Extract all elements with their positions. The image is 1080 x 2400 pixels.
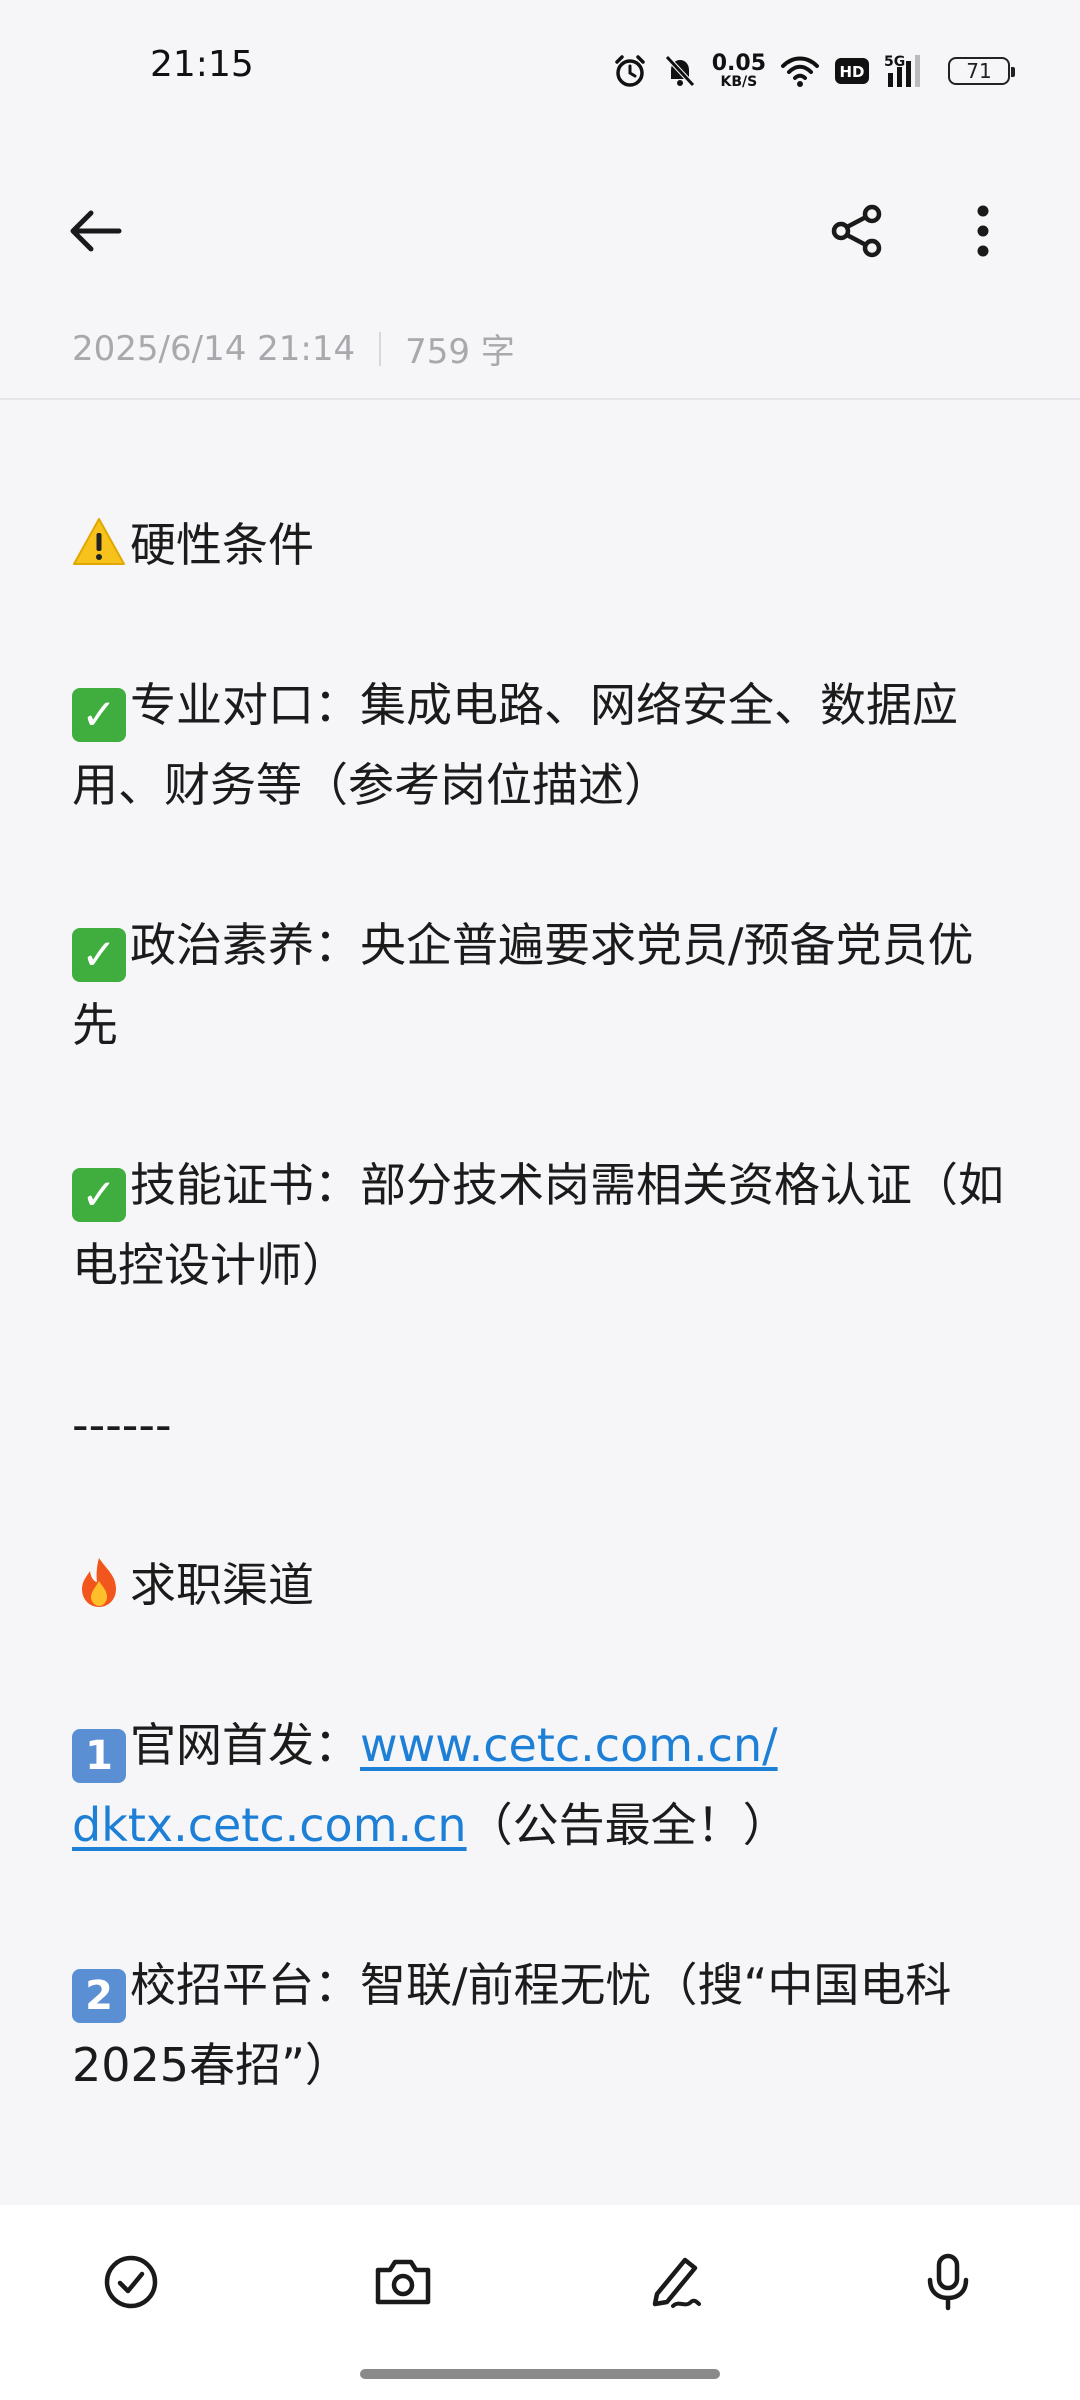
more-vert-icon — [977, 205, 989, 257]
item-certificate-text: 技能证书：部分技术岗需相关资格认证（如电控设计师） — [72, 1158, 1004, 1292]
net-speed-unit: KB/S — [720, 74, 758, 90]
note-item-political: ✓ 政治素养：央企普遍要求党员/预备党员优先 — [72, 905, 1012, 1065]
item-political-text: 政治素养：央企普遍要求党员/预备党员优先 — [72, 918, 974, 1052]
heading-channels-text: 求职渠道 — [130, 1558, 314, 1612]
channel-official-prefix: 官网首发： — [130, 1718, 360, 1772]
camera-icon — [375, 2259, 431, 2305]
share-button[interactable] — [824, 198, 890, 264]
keycap-one-icon: 1 — [72, 1729, 126, 1783]
link-dktx[interactable]: dktx.cetc.com.cn — [72, 1798, 467, 1852]
meta-separator — [379, 331, 382, 366]
handwriting-icon — [652, 2257, 701, 2308]
microphone-icon — [927, 2253, 969, 2311]
home-indicator[interactable] — [360, 2369, 720, 2379]
note-item-major: ✓ 专业对口：集成电路、网络安全、数据应用、财务等（参考岗位描述） — [72, 665, 1012, 825]
battery-level: 71 — [966, 59, 992, 83]
note-divider-text: ------ — [72, 1398, 172, 1452]
share-icon — [831, 204, 882, 258]
net-speed-value: 0.05 — [711, 51, 766, 76]
status-time: 21:15 — [150, 44, 254, 85]
note-word-count: 759 字 — [405, 332, 515, 372]
network-label: 5G — [884, 54, 905, 70]
note-channel-official: 1 官网首发：www.cetc.com.cn/dktx.cetc.com.cn（公… — [72, 1705, 1012, 1865]
checklist-icon — [104, 2255, 158, 2309]
heading-requirements-text: 硬性条件 — [130, 518, 314, 572]
handwriting-button[interactable] — [640, 2247, 710, 2317]
note-datetime: 2025/6/14 21:14 — [72, 328, 356, 369]
check-icon: ✓ — [72, 928, 126, 982]
voice-button[interactable] — [913, 2247, 983, 2317]
meta-divider — [0, 398, 1080, 400]
alarm-icon — [612, 53, 648, 89]
keycap-two-icon: 2 — [72, 1969, 126, 2023]
channel-official-suffix: （公告最全！） — [466, 1798, 789, 1852]
net-speed: 0.05 KB/S — [711, 51, 766, 90]
item-major-text: 专业对口：集成电路、网络安全、数据应用、财务等（参考岗位描述） — [72, 678, 958, 812]
status-icons: 0.05 KB/S HD 5G 71 — [612, 48, 1015, 94]
camera-button[interactable] — [368, 2247, 438, 2317]
check-icon: ✓ — [72, 688, 126, 742]
signal-icon: 5G — [884, 53, 934, 89]
note-item-certificate: ✓ 技能证书：部分技术岗需相关资格认证（如电控设计师） — [72, 1145, 1012, 1305]
hd-icon: HD — [834, 56, 870, 86]
hd-label: HD — [839, 63, 864, 81]
wifi-icon — [780, 54, 820, 88]
mute-icon — [662, 53, 698, 89]
top-nav — [0, 180, 1080, 280]
checklist-button[interactable] — [96, 2247, 166, 2317]
battery-icon: 71 — [948, 57, 1015, 85]
link-cetc[interactable]: www.cetc.com.cn/ — [360, 1718, 778, 1772]
check-icon: ✓ — [72, 1168, 126, 1222]
back-button[interactable] — [62, 198, 128, 264]
note-heading-channels: 求职渠道 — [72, 1545, 1012, 1625]
warning-icon — [73, 518, 125, 565]
note-channel-campus: 2 校招平台：智联/前程无忧（搜“中国电科2025春招”） — [72, 1945, 1012, 2105]
note-heading-requirements: 硬性条件 — [72, 505, 1012, 585]
channel-campus-text: 校招平台：智联/前程无忧（搜“中国电科2025春招”） — [72, 1958, 952, 2092]
bottom-toolbar — [0, 2205, 1080, 2400]
note-meta: 2025/6/14 21:14 759 字 — [72, 324, 515, 373]
more-button[interactable] — [950, 198, 1016, 264]
fire-icon — [82, 1558, 116, 1607]
status-bar: 21:15 0.05 KB/S HD 5G 71 — [0, 0, 1080, 140]
back-arrow-icon — [70, 210, 122, 252]
note-body[interactable]: 硬性条件 ✓ 专业对口：集成电路、网络安全、数据应用、财务等（参考岗位描述） ✓ 政… — [72, 505, 1012, 2105]
